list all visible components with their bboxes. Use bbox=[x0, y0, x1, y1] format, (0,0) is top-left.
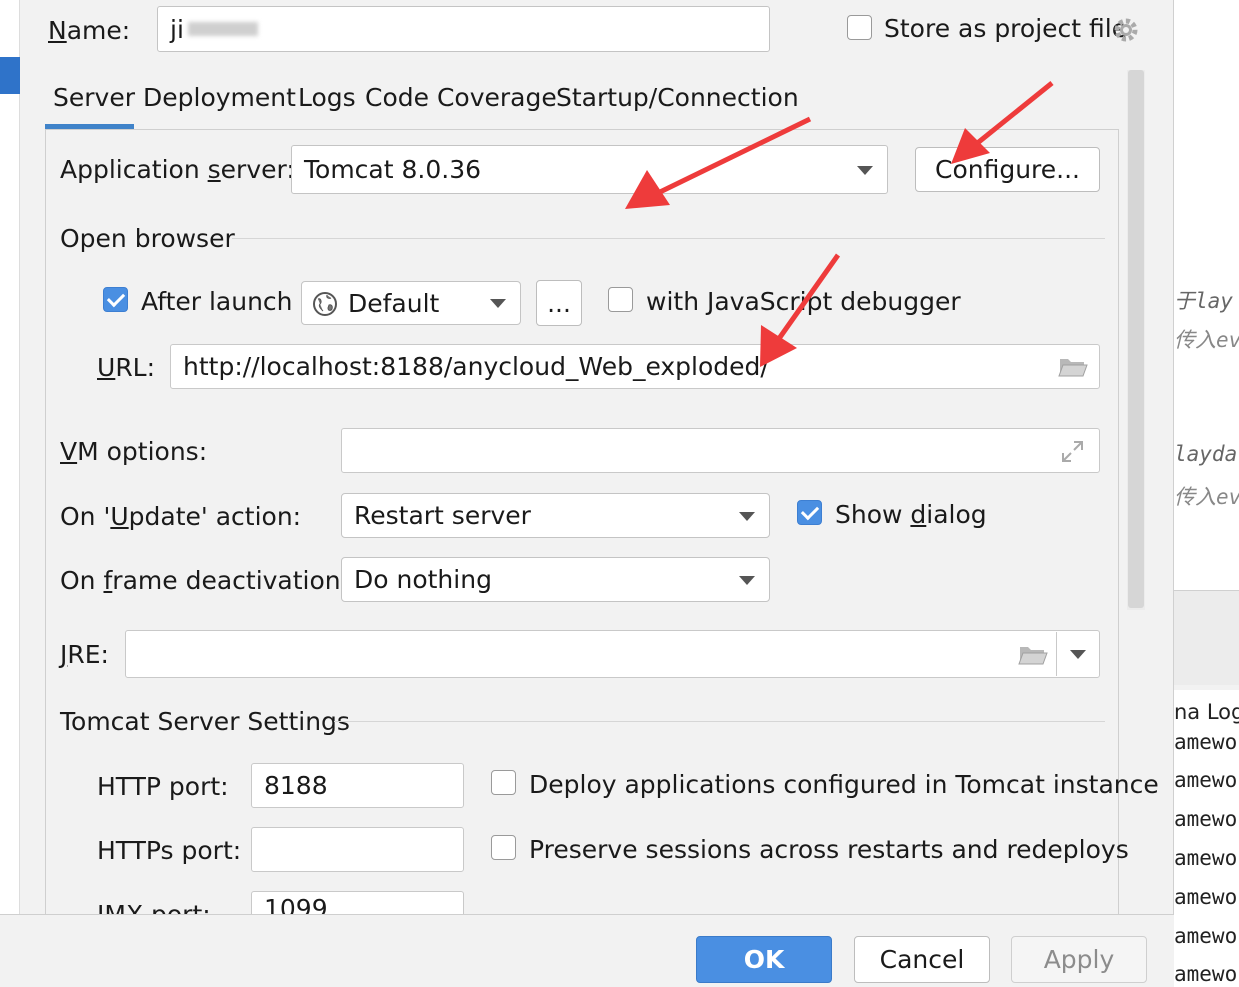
background-tool-strip bbox=[1174, 590, 1239, 685]
name-label: Name: bbox=[48, 16, 131, 45]
tomcat-settings-separator bbox=[334, 721, 1105, 722]
log-line: amewo bbox=[1174, 924, 1238, 948]
show-dialog-checkbox[interactable] bbox=[797, 500, 822, 525]
jmx-port-input[interactable]: 1099 bbox=[251, 891, 464, 915]
on-update-label: On 'Update' action: bbox=[60, 502, 302, 531]
tab-server[interactable]: Server bbox=[53, 83, 135, 113]
tab-logs[interactable]: Logs bbox=[298, 83, 356, 113]
tab-startup-connection[interactable]: Startup/Connection bbox=[556, 83, 799, 113]
editor-line: layda bbox=[1174, 442, 1238, 466]
expand-icon[interactable] bbox=[1060, 439, 1085, 464]
left-selection-marker bbox=[0, 57, 20, 94]
tab-code-coverage[interactable]: Code Coverage bbox=[365, 83, 557, 113]
folder-icon[interactable] bbox=[1058, 356, 1088, 378]
after-launch-label: After launch bbox=[141, 287, 293, 316]
on-frame-deactivation-select[interactable]: Do nothing bbox=[341, 557, 770, 602]
chevron-down-icon bbox=[739, 511, 755, 521]
store-as-project-file-label: Store as project file bbox=[884, 14, 1128, 43]
configure-button[interactable]: Configure... bbox=[915, 147, 1100, 192]
ok-button[interactable]: OK bbox=[696, 936, 832, 983]
application-server-select[interactable]: Tomcat 8.0.36 bbox=[291, 145, 888, 194]
show-dialog-label: Show dialog bbox=[835, 500, 987, 529]
chevron-down-icon bbox=[857, 165, 873, 175]
jmx-port-label: JMX port: bbox=[97, 900, 211, 915]
url-input[interactable]: http://localhost:8188/anycloud_Web_explo… bbox=[170, 344, 1100, 389]
folder-icon[interactable] bbox=[1018, 644, 1048, 666]
browser-more-button[interactable]: ... bbox=[536, 280, 582, 326]
redacted-text bbox=[187, 22, 258, 36]
tab-deployment[interactable]: Deployment bbox=[143, 83, 296, 113]
https-port-input[interactable] bbox=[251, 827, 464, 872]
after-launch-checkbox[interactable] bbox=[103, 287, 128, 312]
log-line: amewo bbox=[1174, 807, 1238, 831]
globe-icon bbox=[313, 292, 337, 316]
jmx-row-clip: JMX port: 1099 bbox=[45, 880, 1119, 915]
log-line: amewo bbox=[1174, 846, 1238, 870]
chevron-down-icon bbox=[1070, 650, 1086, 659]
application-server-label: Application server: bbox=[60, 155, 295, 184]
open-browser-title: Open browser bbox=[60, 224, 235, 253]
js-debugger-checkbox[interactable] bbox=[608, 287, 633, 312]
scrollbar-thumb[interactable] bbox=[1128, 70, 1144, 608]
https-port-label: HTTPs port: bbox=[97, 836, 242, 865]
editor-line: 传入ev bbox=[1174, 485, 1239, 509]
cancel-button[interactable]: Cancel bbox=[854, 936, 990, 983]
preserve-sessions-label: Preserve sessions across restarts and re… bbox=[529, 835, 1129, 864]
tomcat-settings-title: Tomcat Server Settings bbox=[60, 707, 350, 736]
apply-button[interactable]: Apply bbox=[1011, 936, 1147, 983]
dialog-button-bar bbox=[0, 914, 1174, 987]
editor-line: 于lay bbox=[1174, 289, 1233, 313]
js-debugger-label: with JavaScript debugger bbox=[646, 287, 961, 316]
log-line: amewo bbox=[1174, 768, 1238, 792]
vm-options-input[interactable] bbox=[341, 428, 1100, 473]
log-line: amewo bbox=[1174, 730, 1238, 754]
store-as-project-file-checkbox[interactable] bbox=[847, 15, 872, 40]
editor-line: 传入ev bbox=[1174, 328, 1239, 352]
url-label: URL: bbox=[97, 353, 156, 382]
http-port-input[interactable]: 8188 bbox=[251, 763, 464, 808]
deploy-configured-apps-label: Deploy applications configured in Tomcat… bbox=[529, 770, 1159, 799]
open-browser-separator bbox=[232, 238, 1105, 239]
name-input[interactable]: ji bbox=[157, 6, 770, 52]
gear-icon[interactable] bbox=[1111, 15, 1141, 45]
jre-label: JRE: bbox=[60, 640, 109, 669]
browser-select[interactable]: Default bbox=[301, 281, 521, 325]
chevron-down-icon bbox=[490, 299, 506, 308]
on-frame-deactivation-label: On frame deactivation: bbox=[60, 566, 350, 595]
on-update-select[interactable]: Restart server bbox=[341, 493, 770, 538]
jre-dropdown-button[interactable] bbox=[1057, 632, 1099, 676]
log-tab-label: na Log bbox=[1174, 700, 1239, 724]
deploy-configured-apps-checkbox[interactable] bbox=[491, 770, 516, 795]
http-port-label: HTTP port: bbox=[97, 772, 229, 801]
vm-options-label: VM options: bbox=[60, 437, 208, 466]
jre-input[interactable] bbox=[125, 630, 1100, 678]
left-background-panel bbox=[0, 0, 20, 915]
log-line: amewo bbox=[1174, 885, 1238, 909]
chevron-down-icon bbox=[739, 575, 755, 585]
log-line: amewo bbox=[1174, 962, 1238, 986]
preserve-sessions-checkbox[interactable] bbox=[491, 835, 516, 860]
